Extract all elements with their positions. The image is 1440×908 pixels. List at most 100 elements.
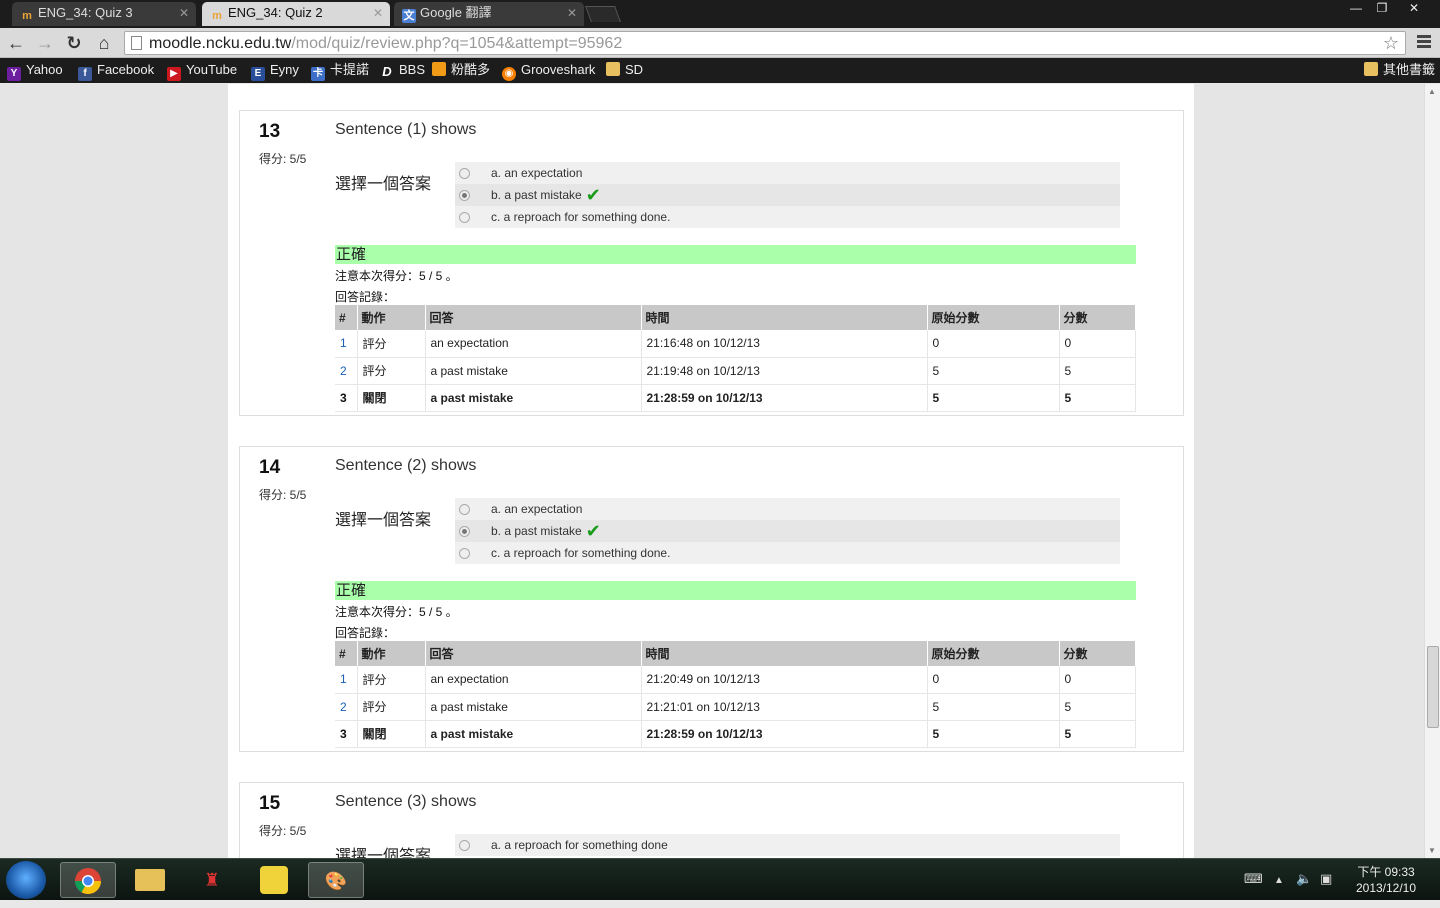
answer-options: a. an expectation b. a past mistake ✔ c. … [455, 498, 1120, 564]
moodle-icon: m [212, 10, 222, 22]
bookmark-ck101[interactable]: 卡卡提諾 [311, 62, 369, 81]
yahoo-icon: Y [7, 67, 21, 81]
fenkuduo-icon [432, 62, 446, 76]
scrollbar-thumb[interactable] [1427, 646, 1439, 728]
eyny-icon: E [251, 67, 265, 81]
start-button[interactable] [6, 861, 46, 899]
new-tab-button[interactable] [585, 6, 621, 22]
answer-options: a. an expectation b. a past mistake ✔ c. … [455, 162, 1120, 228]
address-bar[interactable]: moodle.ncku.edu.tw/mod/quiz/review.php?q… [124, 31, 1406, 55]
url-text: moodle.ncku.edu.tw/mod/quiz/review.php?q… [149, 35, 623, 52]
close-icon[interactable]: ✕ [567, 2, 577, 24]
menu-icon[interactable] [1417, 35, 1431, 49]
step-link[interactable]: 2 [335, 693, 358, 721]
tab-google-translate[interactable]: 文 Google 翻譯 ✕ [394, 2, 584, 26]
answer-prompt: 選擇一個答案 [335, 848, 432, 858]
tab-title: ENG_34: Quiz 2 [228, 5, 323, 20]
scroll-down-icon[interactable]: ▼ [1428, 846, 1436, 855]
bookmark-youtube[interactable]: ▶ YouTube [167, 62, 237, 81]
bookmarks-bar: Y Yahoo f Facebook ▶ YouTube E Eyny 卡卡提諾 D BB… [0, 58, 1440, 83]
page-icon [131, 36, 142, 50]
question-outcome: 正確 注意本次得分：5 / 5 。 回答記錄： # 動作 回答 時間 原始分數 … [335, 245, 1136, 412]
reload-icon[interactable]: ↻ [62, 31, 86, 55]
question-grade: 得分: 5/5 [259, 824, 307, 838]
chrome-icon[interactable] [60, 862, 116, 898]
table-header-row: # 動作 回答 時間 原始分數 分數 [335, 641, 1136, 666]
bookmark-eyny[interactable]: E Eyny [251, 62, 299, 81]
bookmark-grooveshark[interactable]: ◉ Grooveshark [502, 62, 595, 81]
answer-prompt: 選擇一個答案 [335, 512, 432, 529]
table-row: 3 關閉 a past mistake 21:28:59 on 10/12/13… [335, 720, 1136, 748]
question-grade: 得分: 5/5 [259, 488, 307, 502]
tab-title: Google 翻譯 [420, 5, 492, 20]
option-c[interactable]: c. a reproach for something done. [455, 542, 1120, 564]
close-icon[interactable]: ✕ [179, 2, 189, 24]
show-hidden-icons-icon[interactable]: ▲ [1274, 875, 1284, 886]
history-label: 回答記錄： [335, 290, 396, 304]
bookmark-star-icon[interactable]: ☆ [1383, 33, 1399, 54]
option-a[interactable]: a. a reproach for something done [455, 834, 1120, 856]
close-window-button[interactable]: ✕ [1396, 0, 1432, 18]
volume-icon[interactable]: 🔈 [1296, 871, 1312, 887]
bookmark-fenkuduo[interactable]: 粉酷多 [432, 62, 490, 78]
paint-icon[interactable]: 🎨 [308, 862, 364, 898]
google-translate-icon: 文 [402, 9, 416, 23]
minimize-button[interactable]: — [1342, 0, 1370, 18]
bookmark-sd[interactable]: SD [606, 62, 643, 78]
other-bookmarks[interactable]: 其他書籤 [1364, 62, 1435, 78]
option-c[interactable]: c. a reproach for something done. [455, 206, 1120, 228]
tab-title: ENG_34: Quiz 3 [38, 5, 133, 20]
history-label: 回答記錄： [335, 626, 396, 640]
tab-quiz-3[interactable]: m ENG_34: Quiz 3 ✕ [12, 2, 196, 26]
checkmark-icon: ✔ [585, 521, 601, 541]
step-link[interactable]: 1 [335, 666, 358, 694]
question-grade: 得分: 5/5 [259, 152, 307, 166]
bookmark-bbs[interactable]: D BBS [380, 62, 425, 79]
step-link[interactable]: 2 [335, 357, 358, 385]
forward-arrow-icon[interactable]: → [33, 31, 57, 55]
correct-state: 正確 [335, 581, 1136, 600]
radio-button[interactable] [459, 526, 470, 537]
vertical-scrollbar[interactable]: ▲ ▼ [1424, 84, 1440, 858]
radio-button[interactable] [459, 504, 470, 515]
bookmark-facebook[interactable]: f Facebook [78, 62, 154, 81]
keyboard-icon[interactable]: ⌨ [1244, 871, 1263, 887]
folder-icon [606, 62, 620, 76]
response-history-table: # 動作 回答 時間 原始分數 分數 1 評分 an expectation 2… [335, 641, 1136, 748]
back-arrow-icon[interactable]: ← [4, 31, 28, 55]
question-number: 15 [259, 793, 281, 814]
radio-button[interactable] [459, 548, 470, 559]
response-history-table: # 動作 回答 時間 原始分數 分數 1 評分 an expectation 2… [335, 305, 1136, 412]
radio-button[interactable] [459, 212, 470, 223]
radio-button[interactable] [459, 840, 470, 851]
option-a[interactable]: a. an expectation [455, 498, 1120, 520]
restore-button[interactable]: ❐ [1368, 0, 1396, 18]
network-icon[interactable]: ▣ [1320, 871, 1332, 887]
radio-button[interactable] [459, 168, 470, 179]
page-viewport: 13 得分: 5/5 Sentence (1) shows 選擇一個答案 a. … [0, 84, 1424, 858]
table-row: 3 關閉 a past mistake 21:28:59 on 10/12/13… [335, 384, 1136, 412]
answer-options: a. a reproach for something done [455, 834, 1120, 856]
correct-state: 正確 [335, 245, 1136, 264]
taskbar: ♜ 🎨 ⌨ ▲ 🔈 ▣ 下午 09:33 2013/12/10 [0, 858, 1440, 900]
bookmark-yahoo[interactable]: Y Yahoo [7, 62, 63, 81]
yellow-app-icon[interactable] [246, 862, 302, 898]
grooveshark-icon: ◉ [502, 67, 516, 81]
radio-button[interactable] [459, 190, 470, 201]
option-b[interactable]: b. a past mistake ✔ [455, 520, 1120, 542]
home-icon[interactable]: ⌂ [92, 31, 116, 55]
moodle-icon: m [22, 10, 32, 22]
close-icon[interactable]: ✕ [373, 2, 383, 24]
option-b[interactable]: b. a past mistake ✔ [455, 184, 1120, 206]
system-clock[interactable]: 下午 09:33 2013/12/10 [1346, 864, 1426, 896]
facebook-icon: f [78, 67, 92, 81]
step-link[interactable]: 1 [335, 330, 358, 358]
tab-quiz-2[interactable]: m ENG_34: Quiz 2 ✕ [202, 2, 390, 26]
file-explorer-icon[interactable] [122, 862, 178, 898]
question-14: 14 得分: 5/5 Sentence (2) shows 選擇一個答案 a. … [239, 446, 1184, 752]
question-text: Sentence (1) shows [335, 121, 477, 138]
scroll-up-icon[interactable]: ▲ [1428, 87, 1436, 96]
option-a[interactable]: a. an expectation [455, 162, 1120, 184]
mark-note: 注意本次得分：5 / 5 。 [335, 269, 458, 283]
gundam-game-icon[interactable]: ♜ [184, 862, 240, 898]
